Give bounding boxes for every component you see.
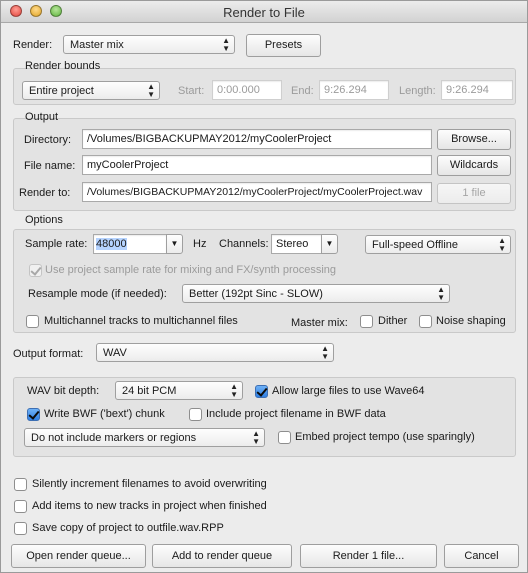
- output-title: Output: [25, 111, 59, 123]
- write-bwf-checkbox[interactable]: [27, 408, 40, 421]
- samplerate-value: 48000: [96, 238, 127, 250]
- wave64-label: Allow large files to use Wave64: [272, 385, 425, 397]
- markers-value: Do not include markers or regions: [31, 432, 197, 444]
- master-mix-label: Master mix:: [291, 317, 348, 329]
- increment-filenames-checkbox[interactable]: [14, 478, 27, 491]
- output-format-label: Output format:: [13, 348, 84, 360]
- render-button[interactable]: Render 1 file...: [300, 544, 437, 568]
- samplerate-field[interactable]: 48000: [93, 234, 167, 254]
- updown-arrows-icon: ▲ ▼: [498, 236, 506, 253]
- wildcards-button[interactable]: Wildcards: [437, 155, 511, 176]
- include-filename-label: Include project filename in BWF data: [206, 408, 386, 420]
- multichannel-label: Multichannel tracks to multichannel file…: [44, 315, 238, 327]
- render-source-popup[interactable]: Master mix ▲ ▼: [63, 35, 235, 54]
- filename-field[interactable]: myCoolerProject: [82, 155, 432, 175]
- render-speed-value: Full-speed Offline: [372, 239, 459, 251]
- resample-label: Resample mode (if needed):: [28, 288, 167, 300]
- updown-arrows-icon: ▲ ▼: [222, 36, 230, 53]
- updown-arrows-icon: ▲ ▼: [252, 429, 260, 446]
- end-field[interactable]: 9:26.294: [319, 80, 389, 100]
- channels-label: Channels:: [219, 238, 269, 250]
- render-to-file-window: Render to File Render: Master mix ▲ ▼ Pre…: [0, 0, 528, 573]
- resample-value: Better (192pt Sinc - SLOW): [189, 288, 323, 300]
- options-title: Options: [25, 214, 63, 226]
- updown-arrows-icon: ▲ ▼: [230, 382, 238, 399]
- output-format-popup[interactable]: WAV ▲ ▼: [96, 343, 334, 362]
- output-format-value: WAV: [103, 347, 127, 359]
- render-label: Render:: [13, 39, 53, 51]
- chevron-down-icon: ▼: [325, 239, 334, 248]
- channels-field[interactable]: Stereo: [271, 234, 322, 254]
- directory-label: Directory:: [24, 134, 72, 146]
- cancel-button[interactable]: Cancel: [444, 544, 519, 568]
- bitdepth-label: WAV bit depth:: [27, 385, 100, 397]
- channels-dropdown[interactable]: ▼: [321, 234, 338, 254]
- bitdepth-value: 24 bit PCM: [122, 385, 177, 397]
- window-title: Render to File: [223, 5, 305, 20]
- open-render-queue-button[interactable]: Open render queue...: [11, 544, 146, 568]
- browse-button[interactable]: Browse...: [437, 129, 511, 150]
- use-project-rate-label: Use project sample rate for mixing and F…: [45, 264, 337, 276]
- include-filename-checkbox[interactable]: [189, 408, 202, 421]
- start-label: Start:: [178, 85, 205, 97]
- render-to-label: Render to:: [19, 187, 71, 199]
- save-copy-checkbox[interactable]: [14, 522, 27, 535]
- length-field[interactable]: 9:26.294: [441, 80, 513, 100]
- write-bwf-label: Write BWF ('bext') chunk: [44, 408, 165, 420]
- markers-popup[interactable]: Do not include markers or regions ▲ ▼: [24, 428, 265, 447]
- samplerate-label: Sample rate:: [25, 238, 88, 250]
- dither-label: Dither: [378, 315, 408, 327]
- save-copy-label: Save copy of project to outfile.wav.RPP: [32, 522, 224, 534]
- files-count-button[interactable]: 1 file: [437, 183, 511, 204]
- updown-arrows-icon: ▲ ▼: [437, 285, 445, 302]
- embed-tempo-checkbox[interactable]: [278, 431, 291, 444]
- render-to-field[interactable]: /Volumes/BIGBACKUPMAY2012/myCoolerProjec…: [82, 182, 432, 202]
- add-to-render-queue-button[interactable]: Add to render queue: [152, 544, 292, 568]
- presets-button[interactable]: Presets: [246, 34, 321, 57]
- render-source-value: Master mix: [70, 39, 124, 51]
- noise-shaping-label: Noise shaping: [436, 315, 506, 327]
- dither-checkbox[interactable]: [360, 315, 373, 328]
- updown-arrows-icon: ▲ ▼: [147, 82, 155, 99]
- wave64-checkbox[interactable]: [255, 385, 268, 398]
- bitdepth-popup[interactable]: 24 bit PCM ▲ ▼: [115, 381, 243, 400]
- filename-label: File name:: [24, 160, 76, 172]
- updown-arrows-icon: ▲ ▼: [321, 344, 329, 361]
- add-items-checkbox[interactable]: [14, 500, 27, 513]
- end-label: End:: [291, 85, 314, 97]
- start-field[interactable]: 0:00.000: [212, 80, 282, 100]
- resample-popup[interactable]: Better (192pt Sinc - SLOW) ▲ ▼: [182, 284, 450, 303]
- add-items-label: Add items to new tracks in project when …: [32, 500, 267, 512]
- bounds-value: Entire project: [29, 85, 94, 97]
- multichannel-checkbox[interactable]: [26, 315, 39, 328]
- chevron-down-icon: ▼: [170, 239, 179, 248]
- samplerate-dropdown[interactable]: ▼: [166, 234, 183, 254]
- length-label: Length:: [399, 85, 436, 97]
- title-bar[interactable]: Render to File: [1, 1, 527, 23]
- hz-label: Hz: [193, 238, 207, 250]
- use-project-rate-checkbox[interactable]: [29, 264, 42, 277]
- embed-tempo-label: Embed project tempo (use sparingly): [295, 431, 475, 443]
- bounds-popup[interactable]: Entire project ▲ ▼: [22, 81, 160, 100]
- noise-shaping-checkbox[interactable]: [419, 315, 432, 328]
- render-bounds-title: Render bounds: [25, 60, 101, 72]
- increment-filenames-label: Silently increment filenames to avoid ov…: [32, 478, 267, 490]
- render-speed-popup[interactable]: Full-speed Offline ▲ ▼: [365, 235, 511, 254]
- directory-field[interactable]: /Volumes/BIGBACKUPMAY2012/myCoolerProjec…: [82, 129, 432, 149]
